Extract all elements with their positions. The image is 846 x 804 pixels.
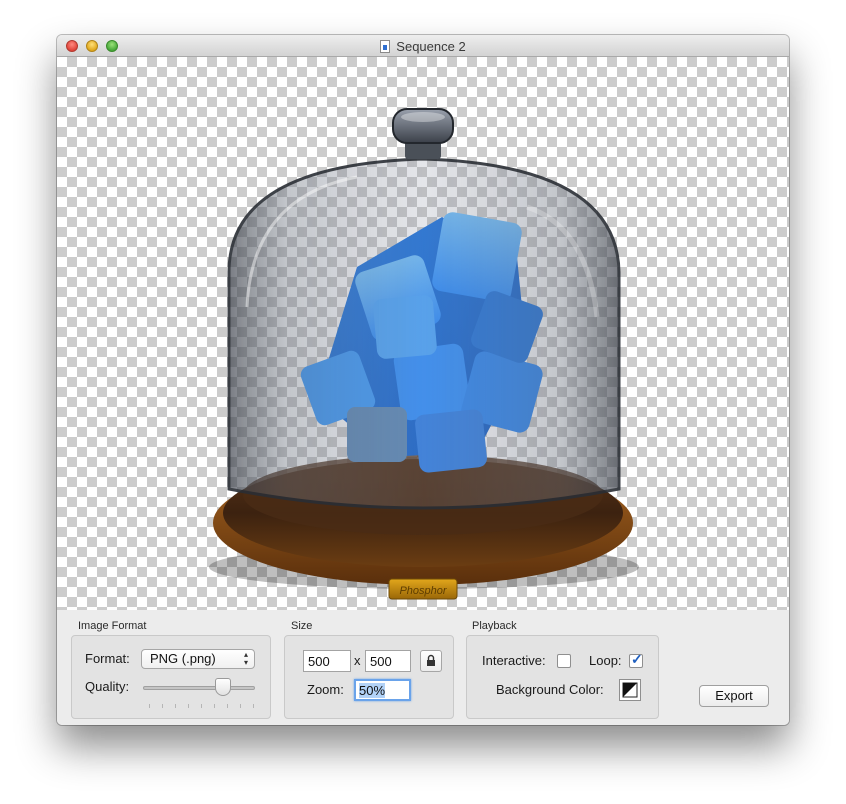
format-value: PNG (.png) (150, 651, 216, 666)
plaque-label: Phosphor (399, 585, 447, 597)
height-field[interactable]: 500 (365, 650, 411, 672)
app-window: Sequence 2 Phosphor Image Format Format:… (57, 35, 789, 725)
window-title-wrap: Sequence 2 (57, 35, 789, 57)
checkmark-icon: ✓ (631, 651, 643, 667)
interactive-label: Interactive: (482, 653, 546, 668)
playback-group (466, 635, 659, 719)
slider-tick (227, 704, 228, 708)
slider-tick (214, 704, 215, 708)
image-format-group-title: Image Format (78, 620, 147, 632)
format-popup[interactable]: PNG (.png) ▴ ▾ (141, 649, 255, 669)
zoom-value: 50% (359, 683, 386, 698)
loop-checkbox[interactable]: ✓ (629, 651, 643, 668)
width-field[interactable]: 500 (303, 650, 351, 672)
document-icon (380, 39, 391, 53)
background-color-label: Background Color: (496, 682, 604, 697)
slider-tick (188, 704, 189, 708)
times-symbol: x (354, 653, 361, 668)
quality-slider[interactable] (143, 686, 255, 690)
controls-panel: Image Format Format: PNG (.png) ▴ ▾ Quali… (57, 610, 789, 725)
export-button[interactable]: Export (699, 685, 769, 707)
window-title: Sequence 2 (396, 38, 466, 54)
loop-label: Loop: (589, 653, 622, 668)
slider-tick (175, 704, 176, 708)
preview-canvas[interactable]: Phosphor (57, 57, 789, 610)
zoom-field[interactable]: 50% (354, 679, 411, 701)
aspect-lock-button[interactable] (420, 650, 442, 672)
bell-jar-illustration: Phosphor (209, 108, 639, 600)
format-label: Format: (85, 651, 130, 666)
background-color-well[interactable] (619, 679, 641, 701)
slider-tick (162, 704, 163, 708)
chevron-updown-icon: ▴ ▾ (243, 650, 248, 667)
zoom-label: Zoom: (307, 682, 344, 697)
title-bar: Sequence 2 (57, 35, 789, 57)
lock-icon (427, 654, 435, 666)
quality-slider-knob[interactable] (215, 678, 231, 696)
quality-label: Quality: (85, 679, 130, 694)
slider-tick (201, 704, 202, 708)
slider-tick (253, 704, 254, 708)
interactive-checkbox[interactable] (557, 654, 571, 668)
size-group-title: Size (291, 620, 313, 632)
slider-tick (240, 704, 241, 708)
playback-group-title: Playback (472, 620, 517, 632)
slider-tick (149, 704, 150, 708)
black-white-swatch-icon (622, 682, 638, 698)
size-group (284, 635, 454, 719)
image-format-group (71, 635, 271, 719)
